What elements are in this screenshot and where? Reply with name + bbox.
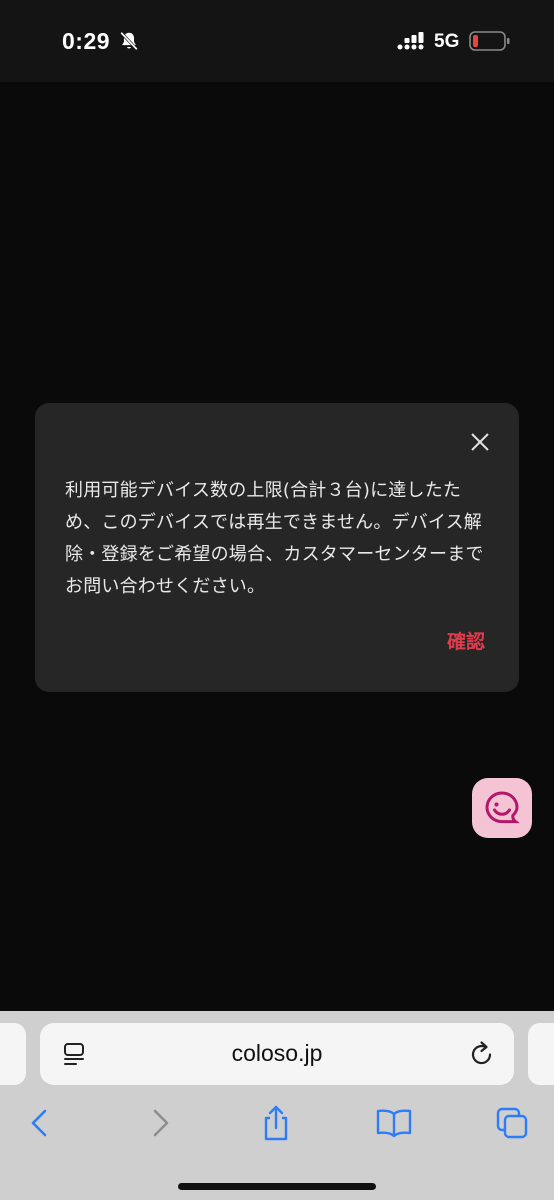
address-bar[interactable]: coloso.jp [40,1023,514,1085]
previous-tab-preview[interactable] [0,1023,26,1085]
bookmarks-button[interactable] [372,1103,416,1143]
network-label: 5G [434,31,460,52]
signal-icon [397,32,424,50]
chat-button[interactable] [472,778,532,838]
confirm-button[interactable]: 確認 [447,627,485,654]
url-text: coloso.jp [231,1040,323,1066]
chat-smile-icon [485,791,520,824]
device-limit-dialog: 利用可能デバイス数の上限(合計３台)に達したため、このデバイスでは再生できません… [35,403,519,692]
status-bar: 0:29 5G [0,0,554,82]
battery-low-icon [469,31,510,51]
close-icon [471,433,489,451]
bell-slash-icon [120,31,138,51]
tabs-icon [496,1107,528,1139]
bookmarks-icon [376,1109,412,1138]
forward-icon [153,1109,169,1137]
home-indicator [178,1183,376,1190]
forward-button[interactable] [138,1103,182,1143]
next-tab-preview[interactable] [528,1023,554,1085]
tabs-button[interactable] [490,1103,534,1143]
back-icon [31,1109,47,1137]
browser-bottom-bar: coloso.jp [0,1011,554,1200]
close-button[interactable] [463,425,497,459]
share-button[interactable] [254,1103,298,1143]
status-time: 0:29 [62,28,111,54]
share-icon [264,1105,288,1141]
back-button[interactable] [18,1103,62,1143]
dialog-message: 利用可能デバイス数の上限(合計３台)に達したため、このデバイスでは再生できません… [65,480,484,597]
reload-icon[interactable] [468,1039,496,1069]
